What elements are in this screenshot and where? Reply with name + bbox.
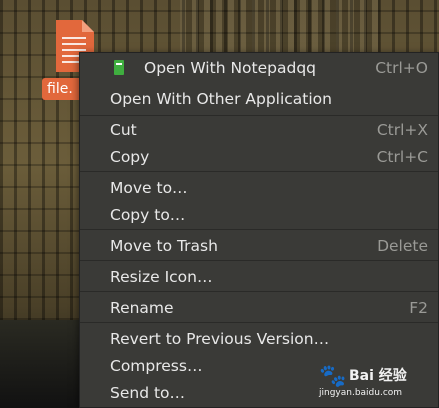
menu-item-copy[interactable]: Copy Ctrl+C: [80, 144, 438, 170]
menu-item-label: Move to…: [110, 179, 188, 197]
notepadqq-icon: [114, 60, 124, 75]
baidu-paw-icon: 🐾: [319, 364, 347, 389]
menu-item-label: Copy to…: [110, 206, 186, 224]
menu-item-label: Move to Trash: [110, 237, 218, 255]
menu-item-label: Copy: [110, 148, 150, 166]
menu-item-label: Cut: [110, 121, 137, 139]
menu-item-cut[interactable]: Cut Ctrl+X: [80, 117, 438, 143]
menu-item-copy-to[interactable]: Copy to…: [80, 202, 438, 228]
menu-separator: [80, 115, 438, 116]
menu-item-label: Compress…: [110, 357, 203, 375]
menu-item-shortcut: Delete: [377, 237, 428, 255]
menu-separator: [80, 229, 438, 230]
menu-item-open-with-other[interactable]: Open With Other Application: [80, 86, 438, 112]
menu-item-label: Rename: [110, 299, 174, 317]
menu-item-rename[interactable]: Rename F2: [80, 295, 438, 321]
wallpaper-shadow: [0, 320, 90, 408]
menu-item-resize-icon[interactable]: Resize Icon…: [80, 264, 438, 290]
baidu-watermark: 🐾 Bai 经验 jingyan.baidu.com: [319, 362, 431, 402]
menu-separator: [80, 171, 438, 172]
watermark-brand: Bai 经验: [349, 368, 407, 384]
menu-item-revert[interactable]: Revert to Previous Version…: [80, 326, 438, 352]
menu-item-label: Revert to Previous Version…: [110, 330, 330, 348]
menu-item-label: Open With Other Application: [110, 90, 332, 108]
menu-separator: [80, 322, 438, 323]
menu-item-move-to[interactable]: Move to…: [80, 175, 438, 201]
menu-separator: [80, 260, 438, 261]
context-menu: Open With Notepadqq Ctrl+O Open With Oth…: [79, 52, 439, 408]
menu-item-shortcut: Ctrl+O: [375, 59, 428, 77]
menu-item-shortcut: Ctrl+C: [376, 148, 428, 166]
menu-separator: [80, 291, 438, 292]
menu-item-label: Send to…: [110, 384, 186, 402]
menu-item-move-to-trash[interactable]: Move to Trash Delete: [80, 233, 438, 259]
menu-item-label: Resize Icon…: [110, 268, 213, 286]
menu-item-shortcut: F2: [409, 299, 428, 317]
menu-item-shortcut: Ctrl+X: [376, 121, 428, 139]
watermark-url: jingyan.baidu.com: [319, 388, 403, 398]
menu-item-label: Open With Notepadqq: [144, 59, 316, 77]
menu-item-open-with-notepadqq[interactable]: Open With Notepadqq Ctrl+O: [80, 55, 438, 81]
